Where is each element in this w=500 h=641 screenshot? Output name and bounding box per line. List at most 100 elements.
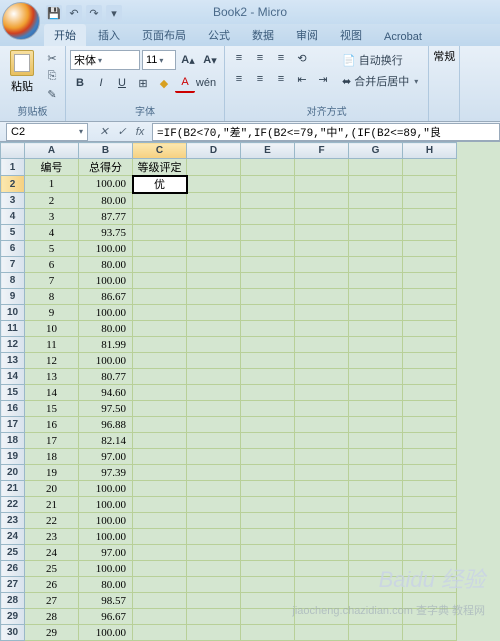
cell-F1[interactable] (295, 159, 349, 176)
row-header-3[interactable]: 3 (1, 193, 25, 209)
cell-F12[interactable] (295, 337, 349, 353)
cell-D2[interactable] (187, 176, 241, 193)
col-header-C[interactable]: C (133, 143, 187, 159)
cell-C10[interactable] (133, 305, 187, 321)
cell-B22[interactable]: 100.00 (79, 497, 133, 513)
cell-B11[interactable]: 80.00 (79, 321, 133, 337)
tab-7[interactable]: Acrobat (374, 28, 432, 46)
cell-G23[interactable] (349, 513, 403, 529)
cell-A29[interactable]: 28 (25, 609, 79, 625)
cell-G24[interactable] (349, 529, 403, 545)
cell-F21[interactable] (295, 481, 349, 497)
cell-H12[interactable] (403, 337, 457, 353)
font-name-combo[interactable]: 宋体▾ (70, 50, 140, 70)
cell-A3[interactable]: 2 (25, 193, 79, 209)
align-left-icon[interactable]: ≡ (229, 69, 249, 89)
row-header-16[interactable]: 16 (1, 401, 25, 417)
cell-E23[interactable] (241, 513, 295, 529)
cell-C3[interactable] (133, 193, 187, 209)
row-header-5[interactable]: 5 (1, 225, 25, 241)
cell-D18[interactable] (187, 433, 241, 449)
cell-F18[interactable] (295, 433, 349, 449)
cell-G6[interactable] (349, 241, 403, 257)
tab-0[interactable]: 开始 (44, 24, 86, 46)
cell-E3[interactable] (241, 193, 295, 209)
cell-E1[interactable] (241, 159, 295, 176)
cell-D17[interactable] (187, 417, 241, 433)
cell-C2[interactable]: 优 (133, 176, 187, 193)
cell-E27[interactable] (241, 577, 295, 593)
cell-A27[interactable]: 26 (25, 577, 79, 593)
cell-A21[interactable]: 20 (25, 481, 79, 497)
cell-D7[interactable] (187, 257, 241, 273)
cell-B30[interactable]: 100.00 (79, 625, 133, 641)
cell-B5[interactable]: 93.75 (79, 225, 133, 241)
cell-H15[interactable] (403, 385, 457, 401)
cell-D26[interactable] (187, 561, 241, 577)
cell-A23[interactable]: 22 (25, 513, 79, 529)
grow-font-icon[interactable]: A▴ (178, 50, 198, 70)
cell-H2[interactable] (403, 176, 457, 193)
cell-A6[interactable]: 5 (25, 241, 79, 257)
office-button[interactable] (2, 2, 40, 40)
row-header-27[interactable]: 27 (1, 577, 25, 593)
row-header-13[interactable]: 13 (1, 353, 25, 369)
row-header-9[interactable]: 9 (1, 289, 25, 305)
cell-B26[interactable]: 100.00 (79, 561, 133, 577)
cell-C26[interactable] (133, 561, 187, 577)
border-button[interactable]: ⊞ (133, 73, 153, 93)
cell-E26[interactable] (241, 561, 295, 577)
row-header-21[interactable]: 21 (1, 481, 25, 497)
cell-A20[interactable]: 19 (25, 465, 79, 481)
cell-C27[interactable] (133, 577, 187, 593)
cell-H6[interactable] (403, 241, 457, 257)
cell-B16[interactable]: 97.50 (79, 401, 133, 417)
cell-G11[interactable] (349, 321, 403, 337)
cell-H25[interactable] (403, 545, 457, 561)
cell-F25[interactable] (295, 545, 349, 561)
cell-H17[interactable] (403, 417, 457, 433)
cell-F22[interactable] (295, 497, 349, 513)
cell-H23[interactable] (403, 513, 457, 529)
name-box[interactable]: C2▾ (6, 123, 88, 141)
row-header-24[interactable]: 24 (1, 529, 25, 545)
cell-B14[interactable]: 80.77 (79, 369, 133, 385)
align-bottom-icon[interactable]: ≡ (271, 48, 291, 68)
cell-G15[interactable] (349, 385, 403, 401)
cell-B7[interactable]: 80.00 (79, 257, 133, 273)
cell-B6[interactable]: 100.00 (79, 241, 133, 257)
cell-A26[interactable]: 25 (25, 561, 79, 577)
cell-G9[interactable] (349, 289, 403, 305)
cell-F7[interactable] (295, 257, 349, 273)
cell-A7[interactable]: 6 (25, 257, 79, 273)
cell-F13[interactable] (295, 353, 349, 369)
fx-icon[interactable]: fx (132, 124, 148, 140)
number-format-label[interactable]: 常规 (433, 48, 455, 64)
cell-C7[interactable] (133, 257, 187, 273)
cell-G22[interactable] (349, 497, 403, 513)
cell-F4[interactable] (295, 209, 349, 225)
row-header-26[interactable]: 26 (1, 561, 25, 577)
cell-C17[interactable] (133, 417, 187, 433)
cell-G1[interactable] (349, 159, 403, 176)
cell-B13[interactable]: 100.00 (79, 353, 133, 369)
cell-D14[interactable] (187, 369, 241, 385)
cell-H14[interactable] (403, 369, 457, 385)
cell-F17[interactable] (295, 417, 349, 433)
cell-H24[interactable] (403, 529, 457, 545)
cell-B8[interactable]: 100.00 (79, 273, 133, 289)
tab-1[interactable]: 插入 (88, 24, 130, 46)
cell-C25[interactable] (133, 545, 187, 561)
cell-C6[interactable] (133, 241, 187, 257)
align-right-icon[interactable]: ≡ (271, 69, 291, 89)
cell-C1[interactable]: 等级评定 (133, 159, 187, 176)
row-header-14[interactable]: 14 (1, 369, 25, 385)
cell-F27[interactable] (295, 577, 349, 593)
cell-E25[interactable] (241, 545, 295, 561)
cell-C30[interactable] (133, 625, 187, 641)
cell-D4[interactable] (187, 209, 241, 225)
cell-D11[interactable] (187, 321, 241, 337)
col-header-E[interactable]: E (241, 143, 295, 159)
cell-A15[interactable]: 14 (25, 385, 79, 401)
cell-D12[interactable] (187, 337, 241, 353)
